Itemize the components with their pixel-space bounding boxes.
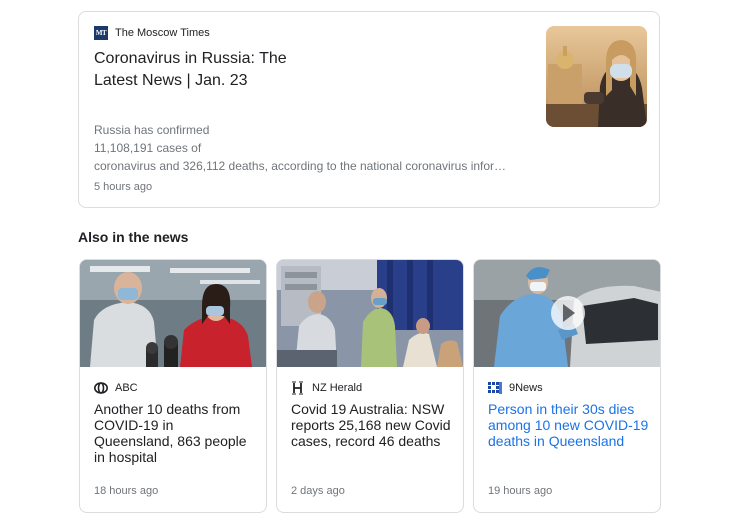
top-story-thumbnail[interactable] [546,26,647,127]
top-story-time: 5 hours ago [94,181,153,193]
source-name: ABC [115,382,138,394]
play-icon[interactable] [551,296,585,330]
news-card-source: ABC [94,381,138,395]
snippet-line: coronavirus and 326,112 deaths, accordin… [94,159,507,173]
news-card-time: 2 days ago [291,485,345,497]
news-card-thumbnail[interactable] [277,260,463,367]
snippet-line: 11,108,191 cases of [94,141,202,155]
moscow-times-logo-icon: MT [94,26,108,40]
news-card-time: 18 hours ago [94,485,159,497]
9news-logo-icon [488,381,502,395]
news-card-nz-herald[interactable]: NZ Herald Covid 19 Australia: NSW report… [276,259,464,513]
nz-herald-logo-icon [291,381,305,395]
news-card-9news[interactable]: 9News Person in their 30s dies among 10 … [473,259,661,513]
top-story-card[interactable]: MT The Moscow Times Coronavirus in Russi… [78,11,660,208]
abc-logo-icon [94,381,108,395]
news-card-source: NZ Herald [291,381,362,395]
news-card-thumbnail[interactable] [80,260,266,367]
source-name: 9News [509,382,543,394]
news-card-title[interactable]: Another 10 deaths from COVID-19 in Queen… [94,401,256,465]
news-card-title[interactable]: Covid 19 Australia: NSW reports 25,168 n… [291,401,453,449]
news-card-time: 19 hours ago [488,485,553,497]
top-story-title[interactable]: Coronavirus in Russia: The Latest News |… [94,48,304,92]
snippet-line: Russia has confirmed [94,123,210,137]
source-name: NZ Herald [312,382,363,394]
news-card-title[interactable]: Person in their 30s dies among 10 new CO… [488,401,650,449]
news-card-abc[interactable]: ABC Another 10 deaths from COVID-19 in Q… [79,259,267,513]
news-card-source: 9News [488,381,543,395]
top-story-source: MT The Moscow Times [94,26,210,40]
section-heading: Also in the news [78,229,189,245]
source-name: The Moscow Times [115,27,210,39]
news-card-thumbnail[interactable] [474,260,660,367]
top-story-snippet: Russia has confirmed 11,108,191 cases of… [94,121,534,175]
